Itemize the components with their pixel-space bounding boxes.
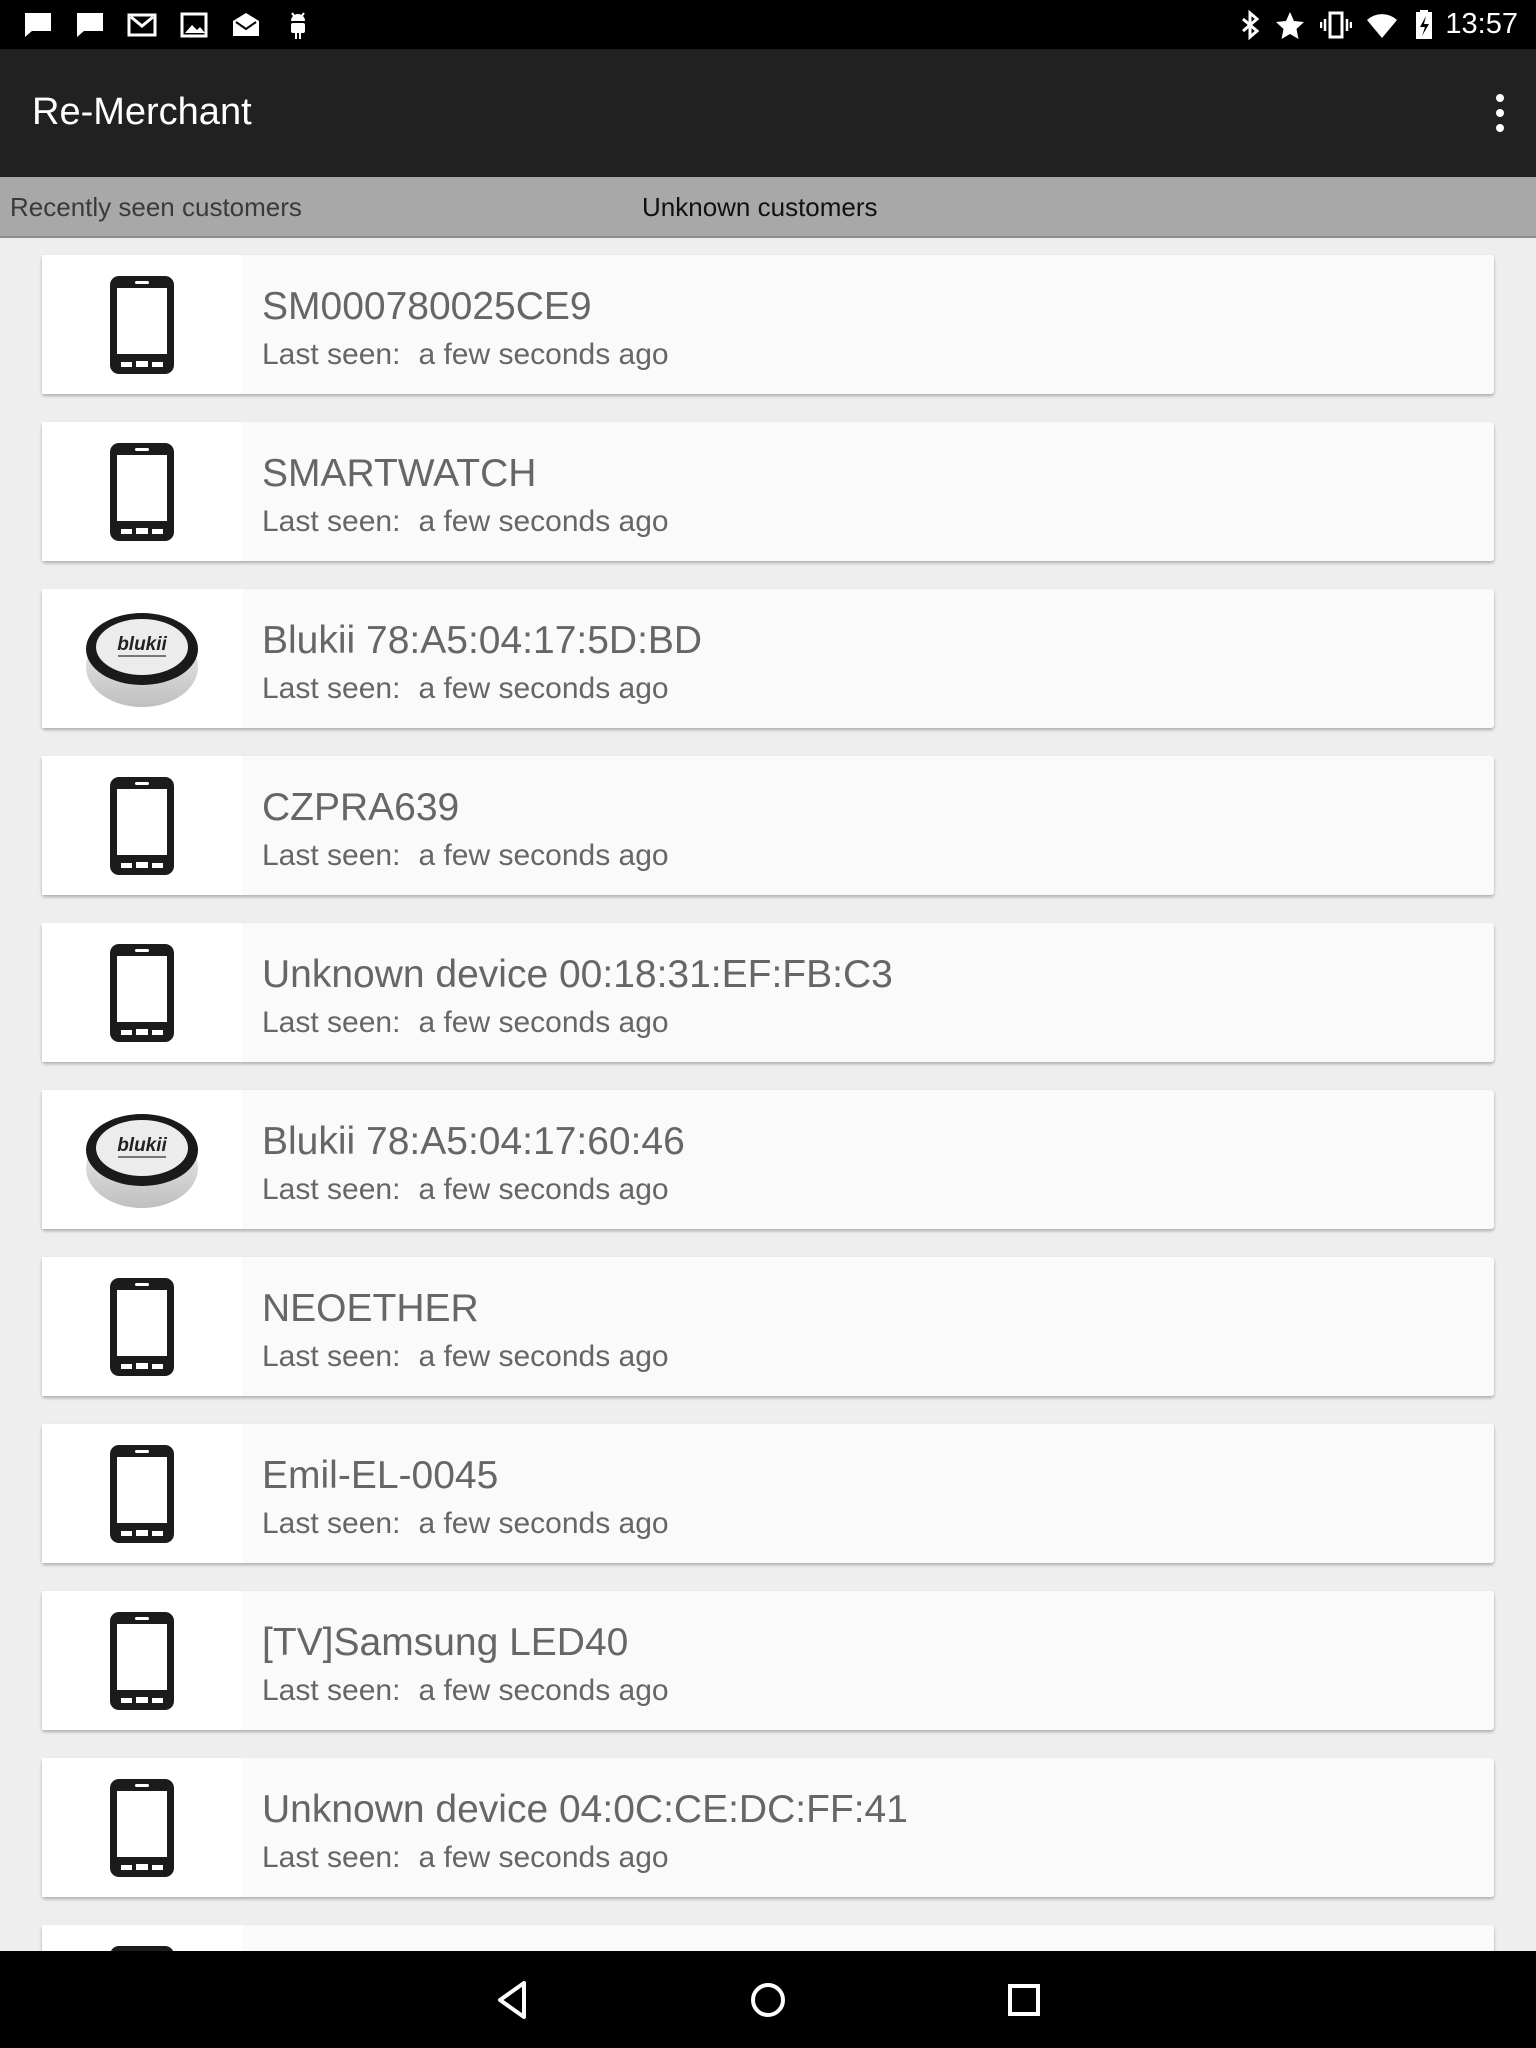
device-card[interactable]: NEOETHER Last seen: a few seconds ago [42,1257,1494,1396]
last-seen-row: Last seen: a few seconds ago [262,1173,669,1207]
device-name: Unknown device 04:0C:CE:DC:FF:41 [262,1788,908,1831]
device-card[interactable]: SM000780025CE9 Last seen: a few seconds ag… [42,255,1494,394]
battery-charging-icon [1416,10,1432,39]
bluetooth-icon [1242,9,1260,41]
last-seen-value: a few seconds ago [418,1507,669,1540]
phone-icon [110,1945,174,1951]
action-bar: Re-Merchant [0,49,1536,177]
phone-icon [110,442,174,541]
last-seen-row: Last seen: a few seconds ago [262,1507,669,1541]
star-icon [1276,12,1304,39]
home-icon[interactable] [741,1973,795,2027]
last-seen-label: Last seen: [262,1173,401,1206]
device-thumbnail [42,422,242,561]
last-seen-row: Last seen: a few seconds ago [262,1340,669,1374]
device-name: NEOETHER [262,1287,479,1330]
phone-icon [110,1778,174,1877]
device-card[interactable]: SMARTWATCH Last seen: a few seconds ago [42,422,1494,561]
phone-icon [110,1277,174,1376]
device-thumbnail [42,1925,242,1951]
device-name: [TV]Samsung LED40 [262,1621,629,1664]
blukii-logo: blukii [117,1135,167,1156]
recents-icon[interactable] [997,1973,1051,2027]
wifi-icon [1367,14,1397,38]
device-card[interactable]: [TV]Samsung LED40 Last seen: a few seconds… [42,1591,1494,1730]
device-card[interactable] [42,1925,1494,1951]
last-seen-row: Last seen: a few seconds ago [262,1674,669,1708]
device-thumbnail: blukii [42,1090,242,1229]
status-time: 13:57 [1445,8,1518,40]
device-name: Blukii 78:A5:04:17:5D:BD [262,619,703,662]
device-thumbnail [42,1424,242,1563]
chat-notification-icon [25,13,51,37]
last-seen-row: Last seen: a few seconds ago [262,338,669,372]
tab-unknown-customers[interactable]: Unknown customers [642,192,878,223]
navigation-bar [0,1951,1536,2048]
gmail-icon [127,13,157,37]
device-card[interactable]: blukii Blukii 78:A5:04:17:5D:BD Last seen:… [42,589,1494,728]
last-seen-value: a few seconds ago [418,1674,669,1707]
last-seen-row: Last seen: a few seconds ago [262,839,669,873]
device-thumbnail [42,1758,242,1897]
chat-notification-icon [77,13,103,37]
last-seen-value: a few seconds ago [418,1173,669,1206]
last-seen-value: a few seconds ago [418,1340,669,1373]
device-card[interactable]: blukii Blukii 78:A5:04:17:60:46 Last seen:… [42,1090,1494,1229]
device-name: SMARTWATCH [262,452,537,495]
last-seen-value: a few seconds ago [418,1841,669,1874]
overflow-menu-icon[interactable] [1476,85,1524,141]
last-seen-row: Last seen: a few seconds ago [262,1006,669,1040]
device-thumbnail [42,923,242,1062]
phone-icon [110,943,174,1042]
device-card[interactable]: CZPRA639 Last seen: a few seconds ago [42,756,1494,895]
tab-recently-seen-customers[interactable]: Recently seen customers [10,192,302,223]
device-card[interactable]: Unknown device 04:0C:CE:DC:FF:41 Last see… [42,1758,1494,1897]
device-card[interactable]: Emil-EL-0045 Last seen: a few seconds ago [42,1424,1494,1563]
last-seen-row: Last seen: a few seconds ago [262,505,669,539]
device-name: CZPRA639 [262,786,460,829]
device-name: SM000780025CE9 [262,285,592,328]
device-name: Emil-EL-0045 [262,1454,499,1497]
last-seen-label: Last seen: [262,505,401,538]
device-name: Unknown device 00:18:31:EF:FB:C3 [262,953,893,996]
last-seen-label: Last seen: [262,1006,401,1039]
blukii-logo: blukii [117,634,167,655]
image-icon [180,12,208,38]
last-seen-label: Last seen: [262,839,401,872]
device-thumbnail [42,255,242,394]
last-seen-value: a few seconds ago [418,839,669,872]
status-bar: 13:57 [0,0,1536,49]
last-seen-value: a few seconds ago [418,505,669,538]
device-card[interactable]: Unknown device 00:18:31:EF:FB:C3 Last see… [42,923,1494,1062]
last-seen-label: Last seen: [262,1841,401,1874]
last-seen-label: Last seen: [262,1674,401,1707]
device-thumbnail: blukii [42,589,242,728]
mail-icon [233,13,259,36]
vibrate-icon [1320,11,1352,39]
last-seen-row: Last seen: a few seconds ago [262,1841,669,1875]
last-seen-label: Last seen: [262,1340,401,1373]
app-title: Re-Merchant [32,91,252,133]
blukii-beacon-icon: blukii [86,1113,198,1208]
last-seen-value: a few seconds ago [418,672,669,705]
blukii-beacon-icon: blukii [86,612,198,707]
last-seen-value: a few seconds ago [418,1006,669,1039]
device-thumbnail [42,1257,242,1396]
phone-icon [110,776,174,875]
device-thumbnail [42,1591,242,1730]
last-seen-value: a few seconds ago [418,338,669,371]
phone-icon [110,1611,174,1710]
device-name: Blukii 78:A5:04:17:60:46 [262,1120,685,1163]
android-debug-icon [291,12,305,39]
last-seen-label: Last seen: [262,672,401,705]
last-seen-row: Last seen: a few seconds ago [262,672,669,706]
phone-icon [110,275,174,374]
device-thumbnail [42,756,242,895]
back-icon[interactable] [486,1973,540,2027]
last-seen-label: Last seen: [262,1507,401,1540]
tab-strip: Recently seen customers Unknown customer… [0,177,1536,238]
last-seen-label: Last seen: [262,338,401,371]
phone-icon [110,1444,174,1543]
device-list[interactable]: SM000780025CE9 Last seen: a few seconds ag… [0,238,1536,1951]
